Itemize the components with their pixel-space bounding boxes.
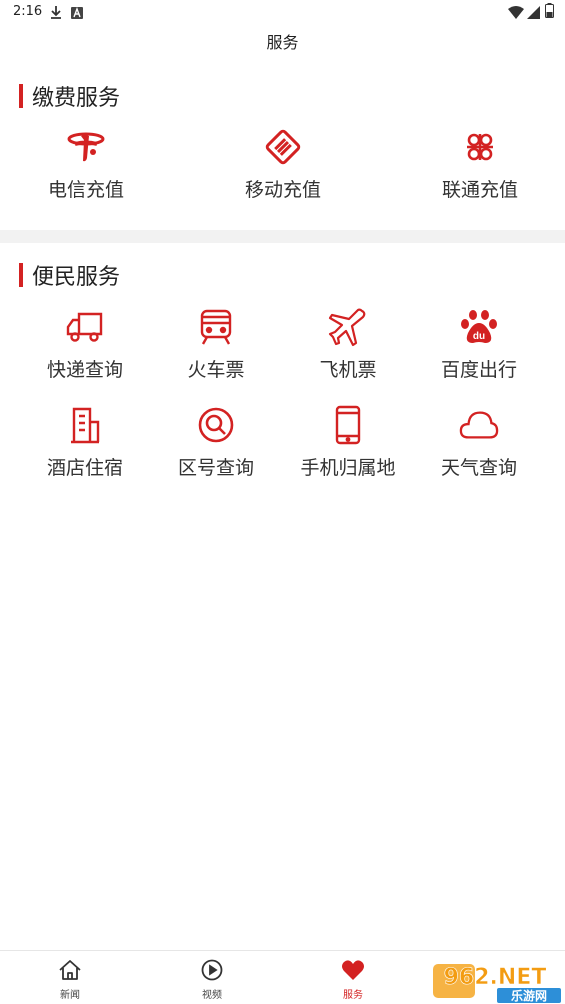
mobile-recharge-item[interactable]: 移动充值 xyxy=(227,127,339,202)
magnifier-icon xyxy=(196,405,236,445)
title-bar: 服务 xyxy=(0,24,565,66)
weather-query-item[interactable]: 天气查询 xyxy=(424,405,534,480)
section-header: 缴费服务 xyxy=(19,83,121,111)
express-query-label: 快递查询 xyxy=(46,359,123,381)
svg-text:962.NET: 962.NET xyxy=(444,965,547,990)
train-ticket-label: 火车票 xyxy=(187,359,245,381)
tab-news[interactable]: 新闻 xyxy=(40,951,100,1004)
unicom-recharge-item[interactable]: 联通充值 xyxy=(424,127,536,202)
tab-video-label: 视频 xyxy=(202,990,222,1001)
flight-ticket-label: 飞机票 xyxy=(319,359,377,381)
hotel-label: 酒店住宿 xyxy=(46,457,123,479)
tab-services[interactable]: 服务 xyxy=(323,951,383,1004)
china-mobile-icon xyxy=(263,127,303,167)
heart-icon xyxy=(340,957,366,983)
area-code-query-label: 区号查询 xyxy=(177,457,254,479)
airplane-icon xyxy=(328,307,368,347)
truck-icon xyxy=(65,307,105,347)
china-unicom-icon xyxy=(460,127,500,167)
baidu-travel-item[interactable]: du 百度出行 xyxy=(424,307,534,382)
status-bar: 2:16 xyxy=(0,0,565,24)
battery-icon xyxy=(545,3,554,22)
phone-location-label: 手机归属地 xyxy=(300,457,396,479)
section-title: 缴费服务 xyxy=(32,86,121,111)
home-icon xyxy=(57,957,83,983)
convenience-section: 便民服务 快递查询 火车票 飞机票 du 百度出行 酒店住宿 区号查询 手机归属… xyxy=(0,262,565,502)
telecom-recharge-item[interactable]: 电信充值 xyxy=(30,127,142,202)
weather-query-label: 天气查询 xyxy=(440,457,517,479)
hotel-item[interactable]: 酒店住宿 xyxy=(30,405,140,480)
section-title: 便民服务 xyxy=(32,265,121,290)
tab-news-label: 新闻 xyxy=(60,990,80,1001)
section-divider xyxy=(0,230,565,243)
phone-location-item[interactable]: 手机归属地 xyxy=(293,405,403,480)
baidu-travel-label: 百度出行 xyxy=(440,359,517,381)
svg-text:乐游网: 乐游网 xyxy=(511,988,547,1003)
section-marker xyxy=(19,84,23,108)
tab-services-label: 服务 xyxy=(343,990,363,1001)
play-icon xyxy=(199,957,225,983)
train-icon xyxy=(196,307,236,347)
telecom-recharge-label: 电信充值 xyxy=(47,179,124,201)
payment-section: 缴费服务 电信充值 移动充值 联通充值 xyxy=(0,83,565,230)
signal-icon xyxy=(527,4,540,23)
section-marker xyxy=(19,263,23,287)
baidu-paw-icon: du xyxy=(459,307,499,347)
cloud-icon xyxy=(459,405,499,445)
page-title: 服务 xyxy=(266,33,299,52)
watermark-logo: 962.NET 乐游网 xyxy=(425,958,565,1004)
tab-video[interactable]: 视频 xyxy=(182,951,242,1004)
mobile-recharge-label: 移动充值 xyxy=(244,179,321,201)
building-icon xyxy=(65,405,105,445)
notification-a-icon xyxy=(71,4,83,23)
china-telecom-icon xyxy=(66,127,106,167)
svg-text:du: du xyxy=(473,331,485,342)
download-icon xyxy=(50,4,62,23)
section-header: 便民服务 xyxy=(19,262,121,290)
train-ticket-item[interactable]: 火车票 xyxy=(161,307,271,382)
phone-icon xyxy=(328,405,368,445)
flight-ticket-item[interactable]: 飞机票 xyxy=(293,307,403,382)
express-query-item[interactable]: 快递查询 xyxy=(30,307,140,382)
wifi-icon xyxy=(508,4,524,23)
unicom-recharge-label: 联通充值 xyxy=(441,179,518,201)
status-time: 2:16 xyxy=(13,4,43,19)
area-code-query-item[interactable]: 区号查询 xyxy=(161,405,271,480)
